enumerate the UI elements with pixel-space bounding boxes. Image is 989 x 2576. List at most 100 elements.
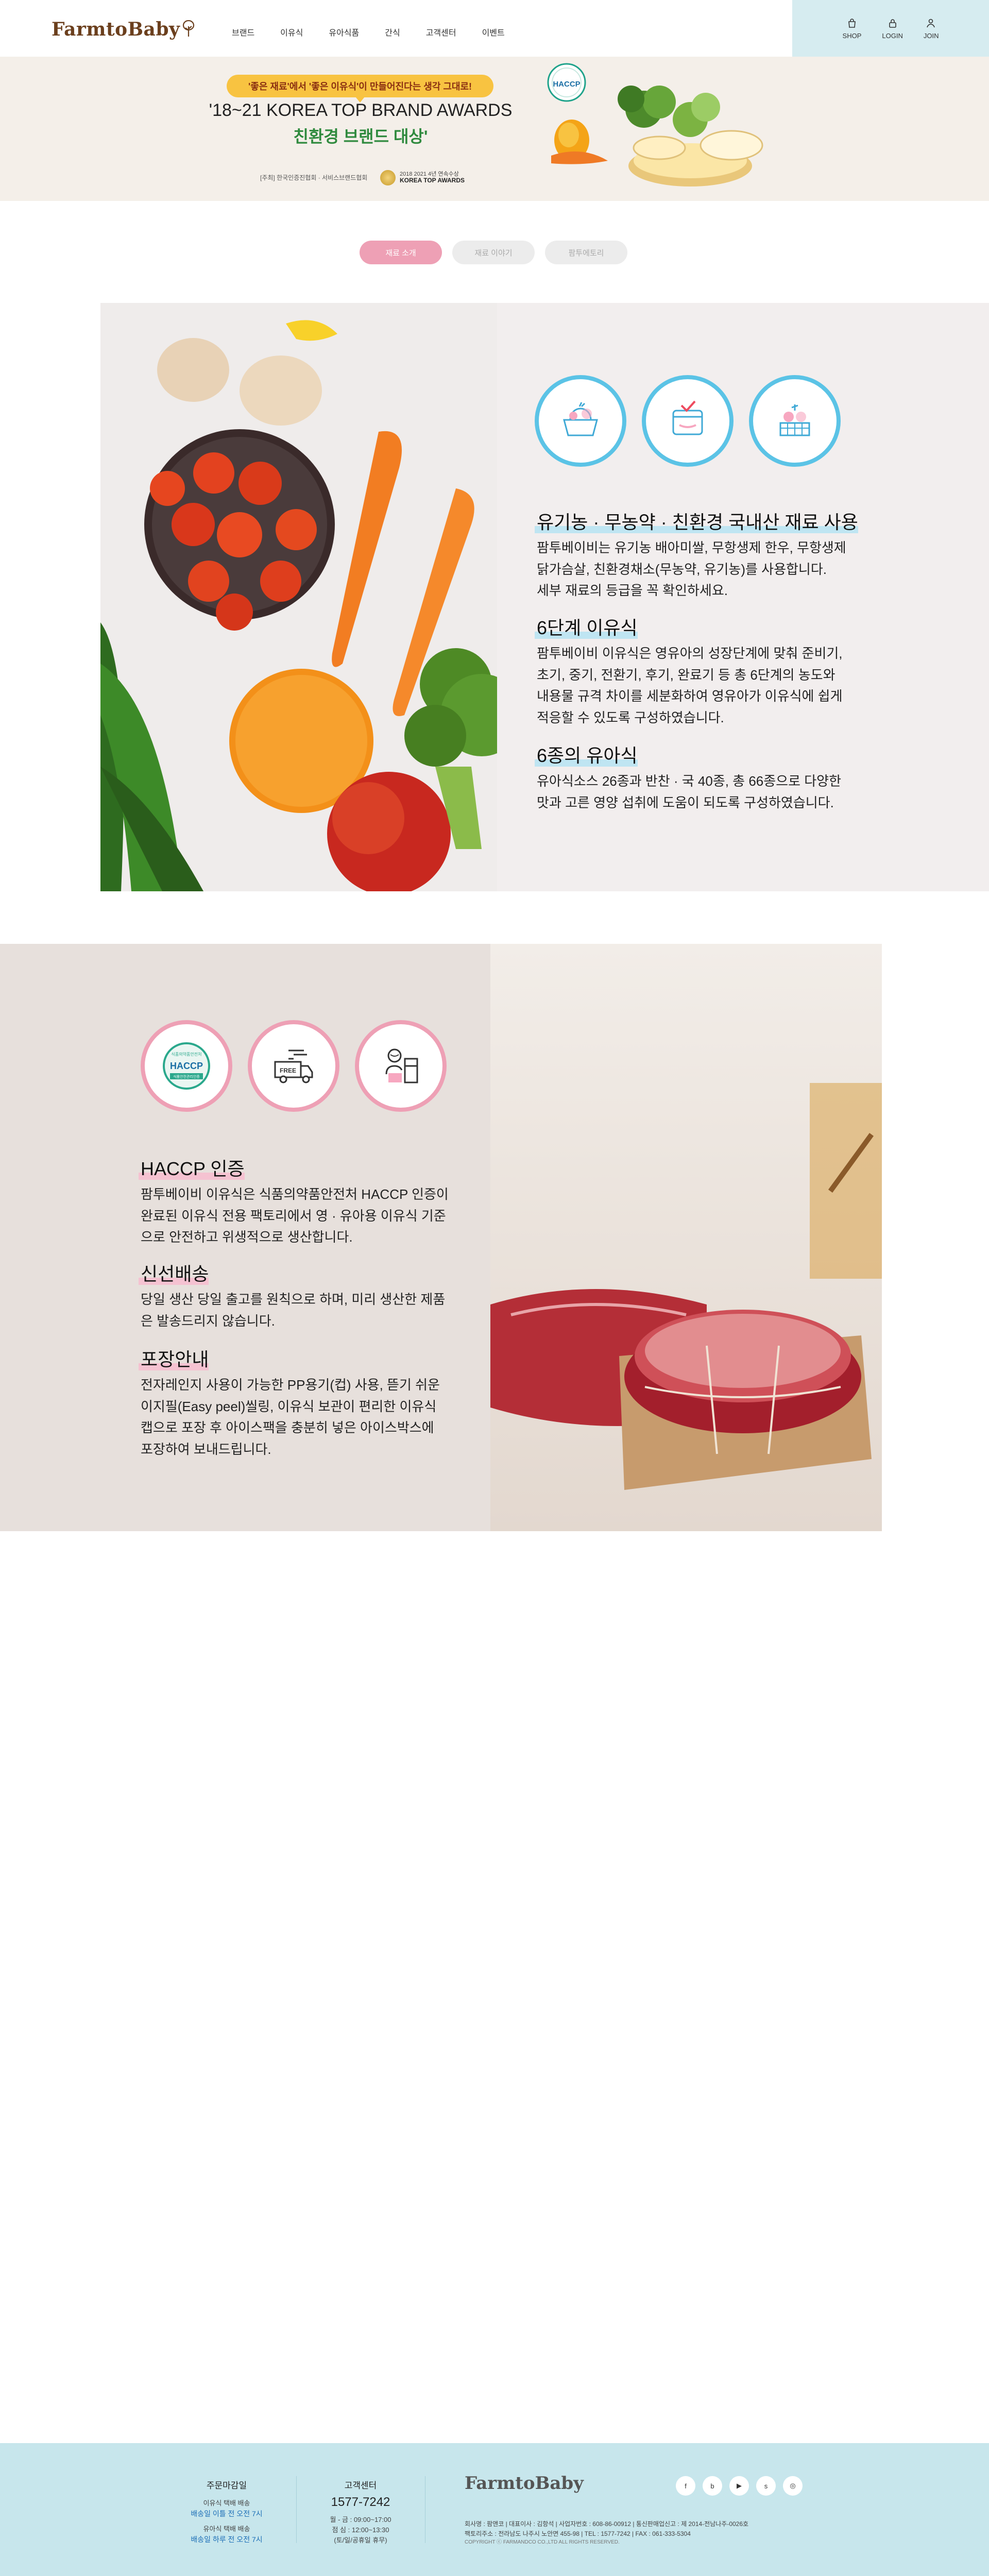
medal-icon [380, 170, 396, 185]
award-name: KOREA TOP AWARDS [400, 177, 465, 184]
haccp-badge-top-text: 식품의약품안전처 [172, 1052, 202, 1057]
main-nav: 브랜드 이유식 유아식품 간식 고객센터 이벤트 [232, 26, 531, 38]
feature-body: 팜투베이비 이유식은 영유아의 성장단계에 맞춰 준비기, 초기, 중기, 전환… [537, 643, 969, 728]
haccp-badge-icon: 식품의약품안전처 HACCP 식품안전관리인증 [141, 1020, 232, 1112]
feature-title: 포장안내 [138, 1345, 209, 1371]
feature-title: 유기농 · 무농약 · 친환경 국내산 재료 사용 [535, 507, 858, 534]
cs-hours-line: (토/일/공휴일 휴무) [334, 2536, 387, 2545]
nav-customer-center[interactable]: 고객센터 [426, 26, 456, 38]
feature-body: 전자레인지 사용이 가능한 PP용기(컵) 사용, 뜯기 쉬운 이지필(Easy… [141, 1375, 470, 1460]
feature-line: 으로 안전하고 위생적으로 생산합니다. [141, 1229, 353, 1245]
order-line-deadline: 배송일 이틀 전 오전 7시 [191, 2510, 263, 2518]
feature-line: 전자레인지 사용이 가능한 PP용기(컵) 사용, 뜯기 쉬운 [141, 1377, 440, 1393]
vegetable-basket-icon [535, 375, 626, 467]
nav-baby-food[interactable]: 이유식 [280, 26, 303, 38]
ingredient-icons [535, 375, 841, 467]
copyright: COPYRIGHT ⓒ FARMANDCO CO.,LTD ALL RIGHTS… [465, 2539, 620, 2546]
quality-feature-2: 신선배송 당일 생산 당일 출고를 원칙으로 하며, 미리 생산한 제품 은 발… [138, 1259, 470, 1332]
blog-icon[interactable]: b [703, 2476, 722, 2496]
ingredient-feature-3: 6종의 유아식 유아식소스 26종과 반찬 · 국 40종, 총 66종으로 다… [535, 741, 969, 814]
login-label: LOGIN [882, 31, 903, 40]
join-link[interactable]: JOIN [924, 18, 939, 40]
ingredient-feature-2: 6단계 이유식 팜투베이비 이유식은 영유아의 성장단계에 맞춰 준비기, 초기… [535, 613, 969, 728]
nav-event[interactable]: 이벤트 [482, 26, 505, 38]
tree-logo-icon [183, 20, 195, 37]
feature-line: 맛과 고른 영양 섭취에 도움이 되도록 구성하였습니다. [537, 794, 834, 810]
kakao-story-icon[interactable]: s [756, 2476, 776, 2496]
util-menu: SHOP LOGIN JOIN [792, 0, 989, 57]
feature-line: 팜투베이비는 유기농 배아미쌀, 무항생제 한우, 무항생제 [537, 540, 846, 555]
login-link[interactable]: LOGIN [882, 18, 903, 40]
feature-line: 이지필(Easy peel)씰링, 이유식 보관이 편리한 이유식 [141, 1398, 437, 1414]
feature-line: 팜투베이비 이유식은 식품의약품안전처 HACCP 인증이 [141, 1187, 449, 1202]
nav-toddler-food[interactable]: 유아식품 [329, 26, 359, 38]
tab-farm-factory[interactable]: 팜투에토리 [545, 241, 627, 264]
feature-line: 당일 생산 당일 출고를 원칙으로 하며, 미리 생산한 제품 [141, 1292, 446, 1307]
feature-line: 세부 재료의 등급을 꼭 확인하세요. [537, 583, 728, 599]
footer-divider [296, 2476, 297, 2543]
feature-line: 적응할 수 있도록 구성하였습니다. [537, 709, 724, 725]
tab-ingredient-story[interactable]: 재료 이야기 [452, 241, 535, 264]
footer-logo-text: FarmtoBaby [465, 2473, 584, 2494]
feature-line: 캡으로 포장 후 아이스팩을 충분히 넣은 아이스박스에 [141, 1420, 434, 1436]
order-line-deadline: 배송일 하루 전 오전 7시 [191, 2535, 263, 2544]
feature-body: 팜투베이비는 유기농 배아미쌀, 무항생제 한우, 무항생제 닭가슴살, 친환경… [537, 537, 969, 602]
shop-label: SHOP [842, 31, 862, 40]
free-delivery-truck-icon: FREE [248, 1020, 339, 1112]
company-info-line: 회사명 : 팜앤코 | 대표이사 : 김항석 | 사업자번호 : 608-86-… [465, 2520, 749, 2528]
feature-body: 당일 생산 당일 출고를 원칙으로 하며, 미리 생산한 제품 은 발송드리지 … [141, 1289, 470, 1332]
shop-link[interactable]: SHOP [842, 18, 862, 40]
vegetable-crate-icon [749, 375, 841, 467]
nav-snack[interactable]: 간식 [385, 26, 400, 38]
feature-title: 신선배송 [138, 1259, 209, 1286]
feature-line: 초기, 중기, 전환기, 후기, 완료기 등 총 6단계의 농도와 [537, 667, 835, 683]
nav-brand[interactable]: 브랜드 [232, 26, 254, 38]
join-label: JOIN [923, 31, 939, 40]
youtube-icon[interactable]: ▶ [729, 2476, 749, 2496]
feature-title: 6단계 이유식 [535, 613, 638, 640]
feature-title: HACCP 인증 [139, 1154, 245, 1181]
checked-container-icon [642, 375, 734, 467]
cs-hours-line: 점 심 : 12:00~13:30 [332, 2526, 389, 2534]
order-line-label: 이유식 택배 배송 [203, 2499, 250, 2507]
facebook-icon[interactable]: f [676, 2476, 695, 2496]
feature-line: 은 발송드리지 않습니다. [141, 1313, 275, 1329]
banner-subtitle: 친환경 브랜드 대상' [293, 127, 428, 146]
ingredient-feature-1: 유기농 · 무농약 · 친환경 국내산 재료 사용 팜투베이비는 유기농 배아미… [535, 507, 969, 602]
customer-center-phone[interactable]: 1577-7242 [319, 2495, 402, 2510]
feature-line: 포장하여 보내드립니다. [141, 1441, 271, 1457]
feature-line: 완료된 이유식 전용 팩토리에서 영 · 유아용 이유식 기준 [141, 1208, 446, 1224]
company-info-line: 팩토리주소 : 전라남도 나주시 노안면 455-98 | TEL : 1577… [465, 2530, 691, 2537]
quality-feature-3: 포장안내 전자레인지 사용이 가능한 PP용기(컵) 사용, 뜯기 쉬운 이지필… [138, 1345, 470, 1460]
feature-line: 닭가슴살, 친환경채소(무농약, 유기농)를 사용합니다. [537, 561, 827, 577]
logo[interactable]: FarmtoBaby [52, 19, 195, 40]
tab-ingredient-intro[interactable]: 재료 소개 [360, 241, 442, 264]
order-line-label: 유아식 택배 배송 [203, 2524, 250, 2533]
banner-title: '18~21 KOREA TOP BRAND AWARDS [209, 100, 513, 120]
banner-speech-pill: '좋은 재료'에서 '좋은 이유식'이 만들어진다는 생각 그대로! [227, 75, 493, 103]
logo-text: FarmtoBaby [52, 19, 180, 40]
chef-packaging-icon [355, 1020, 447, 1112]
feature-body: 팜투베이비 이유식은 식품의약품안전처 HACCP 인증이 완료된 이유식 전용… [141, 1184, 470, 1248]
feature-line: 유아식소스 26종과 반찬 · 국 40종, 총 66종으로 다양한 [537, 773, 841, 789]
sns-links: f b ▶ s ◎ [676, 2476, 803, 2496]
company-info: 회사명 : 팜앤코 | 대표이사 : 김항석 | 사업자번호 : 608-86-… [465, 2519, 835, 2547]
beef-photo [490, 944, 882, 1531]
instagram-icon[interactable]: ◎ [783, 2476, 803, 2496]
footer: 주문마감일 이유식 택배 배송 배송일 이틀 전 오전 7시 유아식 택배 배송… [0, 2443, 989, 2576]
order-line-baby: 이유식 택배 배송 배송일 이틀 전 오전 7시 [185, 2498, 268, 2520]
haccp-badge-main-text: HACCP [170, 1061, 203, 1071]
user-add-icon [926, 19, 935, 27]
footer-logo[interactable]: FarmtoBaby [465, 2473, 584, 2494]
cs-hours-line: 월 - 금 : 09:00~17:00 [330, 2516, 391, 2523]
customer-center: 고객센터 1577-7242 월 - 금 : 09:00~17:00 점 심 :… [319, 2478, 402, 2546]
banner-pill-text: '좋은 재료'에서 '좋은 이유식'이 만들어진다는 생각 그대로! [248, 81, 472, 92]
vegetables-photo [100, 303, 497, 891]
order-line-toddler: 유아식 택배 배송 배송일 하루 전 오전 7시 [185, 2524, 268, 2546]
baby-food-products-image: HACCP [536, 58, 778, 201]
shopping-bag-icon [848, 18, 856, 28]
haccp-badge-text: HACCP [553, 80, 580, 89]
order-deadline: 주문마감일 이유식 택배 배송 배송일 이틀 전 오전 7시 유아식 택배 배송… [185, 2478, 268, 2546]
lock-icon [889, 19, 896, 28]
free-label: FREE [280, 1067, 296, 1074]
